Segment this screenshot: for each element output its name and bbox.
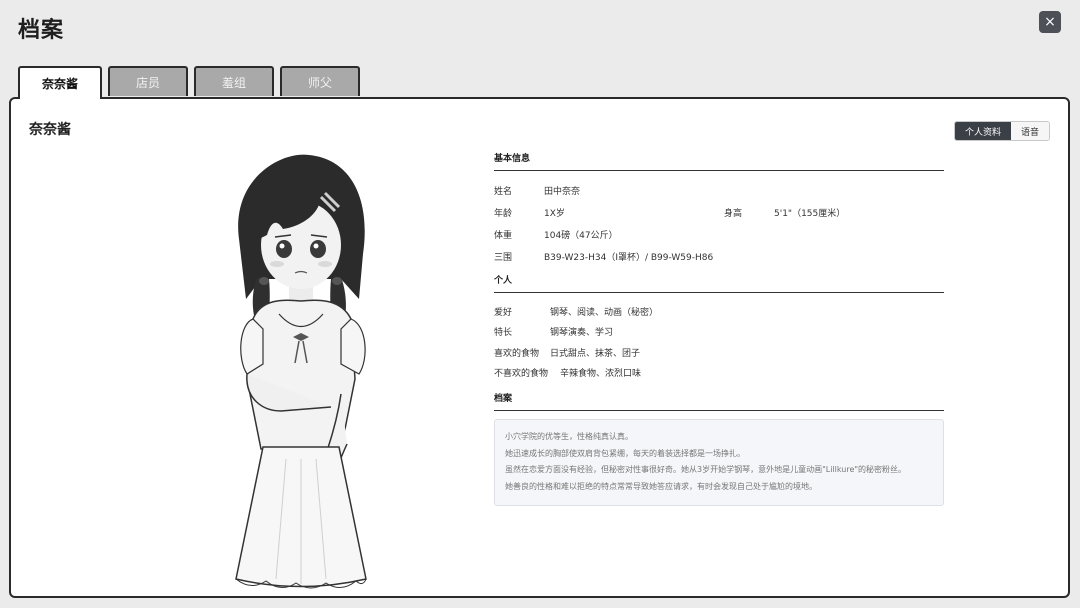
tab-group[interactable]: 羞组 [194,66,274,96]
skill-label: 特长 [494,328,513,339]
disliked-food-label: 不喜欢的食物 [494,369,549,380]
name-value: 田中奈奈 [544,186,581,197]
personal-row: 特长 钢琴演奏、学习 [494,322,944,343]
personal-row: 爱好 钢琴、阅读、动画（秘密） [494,301,944,322]
hobby-value: 钢琴、阅读、动画（秘密） [550,307,659,318]
archive-text-box: 小穴学院的优等生，性格纯真认真。 她迅速成长的胸部使双肩背包紧绷，每天的着装选择… [494,419,944,506]
weight-value: 104磅（47公斤） [544,230,618,241]
character-portrait [235,154,367,589]
tab-staff[interactable]: 店员 [108,66,188,96]
archive-heading: 档案 [494,391,944,411]
hobby-label: 爱好 [494,307,513,318]
skill-value: 钢琴演奏、学习 [550,328,614,339]
age-value: 1X岁 [544,208,565,219]
height-value: 5'1"（155厘米） [774,208,846,219]
disliked-food-value: 辛辣食物、浓烈口味 [560,369,642,380]
close-button[interactable]: × [1039,11,1061,33]
personal-row: 不喜欢的食物 辛辣食物、浓烈口味 [494,363,944,384]
archive-line: 她善良的性格和难以拒绝的特点常常导致她答应请求，有时会发现自己处于尴尬的境地。 [505,481,817,491]
measurements-row: 三围 B39-W23-H34（I罩杯）/ B99-W59-H86 [494,245,944,267]
personal-heading: 个人 [494,273,944,293]
tab-bar: 奈奈酱 店员 羞组 师父 [18,66,360,99]
basic-info-heading: 基本信息 [494,151,944,171]
age-label: 年龄 [494,208,513,219]
name-label: 姓名 [494,186,513,197]
name-row: 姓名 田中奈奈 [494,179,944,201]
tab-nanachan[interactable]: 奈奈酱 [18,66,102,99]
archive-line: 小穴学院的优等生，性格纯真认真。 [505,432,633,441]
archive-line: 虽然在恋爱方面没有经验，但秘密对性事很好奇。她从3岁开始学钢琴，意外地是儿童动画… [505,465,907,474]
weight-row: 体重 104磅（47公斤） [494,223,944,245]
weight-label: 体重 [494,230,513,241]
personal-row: 喜欢的食物 日式甜点、抹茶、团子 [494,342,944,363]
voice-view-button[interactable]: 语音 [1010,122,1049,140]
view-toggle: 个人资料 语音 [953,121,1050,141]
info-column: 基本信息 姓名 田中奈奈 年龄 1X岁 身高 5'1"（155厘米） 体重 10… [494,151,944,506]
close-icon: × [1044,14,1056,30]
page-title: 档案 [18,18,65,43]
tab-master[interactable]: 师父 [280,66,360,96]
liked-food-label: 喜欢的食物 [494,348,540,359]
age-row: 年龄 1X岁 身高 5'1"（155厘米） [494,201,944,223]
profile-panel: 奈奈酱 个人资料 语音 基本信息 姓名 田中奈奈 年龄 1X岁 身高 5'1"（… [9,97,1070,598]
height-label: 身高 [724,208,743,219]
measurements-value: B39-W23-H34（I罩杯）/ B99-W59-H86 [544,252,714,263]
archive-line: 她迅速成长的胸部使双肩背包紧绷，每天的着装选择都是一场挣扎。 [505,448,745,458]
profile-view-button[interactable]: 个人资料 [954,122,1011,140]
character-name: 奈奈酱 [29,122,71,138]
measurements-label: 三围 [494,252,513,263]
liked-food-value: 日式甜点、抹茶、团子 [550,348,641,359]
